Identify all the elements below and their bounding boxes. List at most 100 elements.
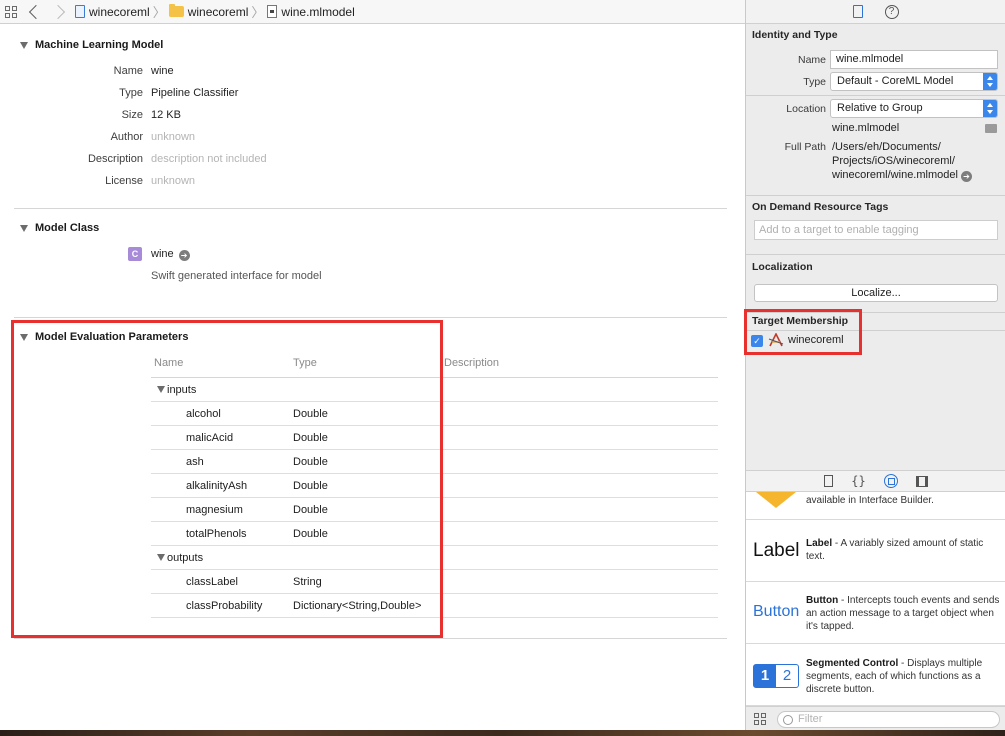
button-preview: Button [753,603,800,620]
table-row[interactable]: malicAcid Double [151,426,718,450]
type-popup[interactable]: Default - CoreML Model [830,72,998,91]
model-class-name[interactable]: wine [151,248,174,260]
library-item-desc: available in Interface Builder. [806,495,934,506]
location-popup[interactable]: Relative to Group [830,99,998,118]
library-filter-bar: Filter [746,706,1005,730]
type-value: Default - CoreML Model [837,75,954,87]
breadcrumb-group[interactable]: winecoreml [188,5,249,19]
param-type: Double [293,431,328,444]
quick-help-icon[interactable]: ? [884,4,899,19]
divider [14,638,727,639]
model-name-value: wine [151,65,174,77]
section-title: Machine Learning Model [35,39,164,51]
fullpath-value: /Users/eh/Documents/ Projects/iOS/wineco… [832,140,972,182]
divider [14,208,727,209]
disclosure-triangle-icon[interactable] [20,41,28,49]
localize-button[interactable]: Localize... [754,284,998,302]
eval-params-section-header[interactable]: Model Evaluation Parameters [20,331,188,343]
related-items-icon[interactable] [5,5,17,18]
model-license-value: unknown [151,175,196,187]
table-row[interactable]: classLabel String [151,570,718,594]
model-size-value: 12 KB [151,109,181,121]
param-type: Double [293,479,328,492]
model-class-section-header[interactable]: Model Class [20,222,99,234]
file-inspector-icon[interactable] [852,5,863,18]
navigate-arrow-icon[interactable]: ➔ [178,250,190,261]
param-type: Double [293,503,328,516]
filter-icon [783,715,793,725]
param-name: alcohol [186,407,221,420]
file-template-icon[interactable] [824,475,834,487]
popup-arrows-icon [983,100,997,117]
filter-input[interactable]: Filter [777,711,1000,728]
param-type: String [293,575,322,588]
column-header-name[interactable]: Name [154,357,183,369]
desktop-background [0,730,1005,736]
identity-section-title: Identity and Type [752,29,838,41]
group-row-outputs[interactable]: outputs [151,546,718,570]
column-header-description[interactable]: Description [444,357,499,369]
library-tabs: {} [746,470,1005,492]
disclosure-triangle-icon[interactable] [157,554,165,561]
table-row[interactable]: magnesium Double [151,498,718,522]
inspector-panel: ? Identity and Type Name wine.mlmodel Ty… [744,0,1005,736]
breadcrumb-separator: 〉 [251,5,265,20]
breadcrumb-file[interactable]: wine.mlmodel [281,5,354,19]
section-title: Model Class [35,222,100,234]
list-item[interactable]: Button Button - Intercepts touch events … [746,582,1005,644]
breadcrumb-project[interactable]: winecoreml [89,5,150,19]
odr-tags-field[interactable]: Add to a target to enable tagging [754,220,998,240]
swift-class-icon: C [128,247,142,261]
param-type: Double [293,407,328,420]
model-type-value: Pipeline Classifier [151,87,239,99]
disclosure-triangle-icon[interactable] [20,224,28,232]
view-controller-icon [756,492,796,508]
grid-view-icon[interactable] [754,713,766,725]
app-target-icon [768,333,784,347]
param-type: Double [293,455,328,468]
table-row[interactable]: alcohol Double [151,402,718,426]
column-header-type[interactable]: Type [293,357,317,369]
object-library-icon[interactable] [883,474,898,488]
list-item[interactable]: Label Label - A variably sized amount of… [746,520,1005,582]
target-checkbox[interactable]: ✓ [751,335,763,347]
ml-model-section-header[interactable]: Machine Learning Model [20,39,163,51]
segment-two: 2 [782,667,792,684]
model-editor: Machine Learning Model Name wine Type Pi… [0,25,745,736]
name-label: Name [797,54,826,66]
list-item[interactable]: available in Interface Builder. [746,492,1005,520]
library-item-desc: Button - Intercepts touch events and sen… [806,594,1001,633]
odr-section-title: On Demand Resource Tags [752,201,889,213]
table-row[interactable]: ash Double [151,450,718,474]
param-type: Dictionary<String,Double> [293,599,422,612]
table-row[interactable]: classProbability Dictionary<String,Doubl… [151,594,718,618]
outputs-label: outputs [167,551,204,564]
group-row-inputs[interactable]: inputs [151,378,718,402]
table-row[interactable]: totalPhenols Double [151,522,718,546]
inspector-tabs: ? [746,0,1005,24]
table-row[interactable]: alkalinityAsh Double [151,474,718,498]
model-class-link[interactable]: wine ➔ [151,248,190,261]
name-field[interactable]: wine.mlmodel [830,50,998,69]
fullpath-line: winecoreml/wine.mlmodel [832,169,958,181]
library-item-desc: Segmented Control - Displays multiple se… [806,657,1001,696]
divider [746,254,1005,255]
back-arrow-icon[interactable] [28,4,44,19]
reveal-arrow-icon[interactable]: ➔ [960,171,972,182]
reveal-folder-icon[interactable] [985,124,997,133]
code-snippet-icon[interactable]: {} [851,474,865,488]
location-file: wine.mlmodel [832,122,900,134]
section-title: Model Evaluation Parameters [35,331,189,343]
forward-arrow-icon[interactable] [50,4,66,19]
list-item[interactable]: 1 2 Segmented Control - Displays multipl… [746,644,1005,706]
media-library-icon[interactable] [915,475,928,487]
target-name: winecoreml [788,334,844,346]
param-name: malicAcid [186,431,234,444]
divider [14,317,727,318]
disclosure-triangle-icon[interactable] [20,333,28,341]
library-item-desc: Label - A variably sized amount of stati… [806,537,1001,563]
model-author-value: unknown [151,131,196,143]
location-label: Location [786,103,826,115]
disclosure-triangle-icon[interactable] [157,386,165,393]
divider [746,95,1005,96]
